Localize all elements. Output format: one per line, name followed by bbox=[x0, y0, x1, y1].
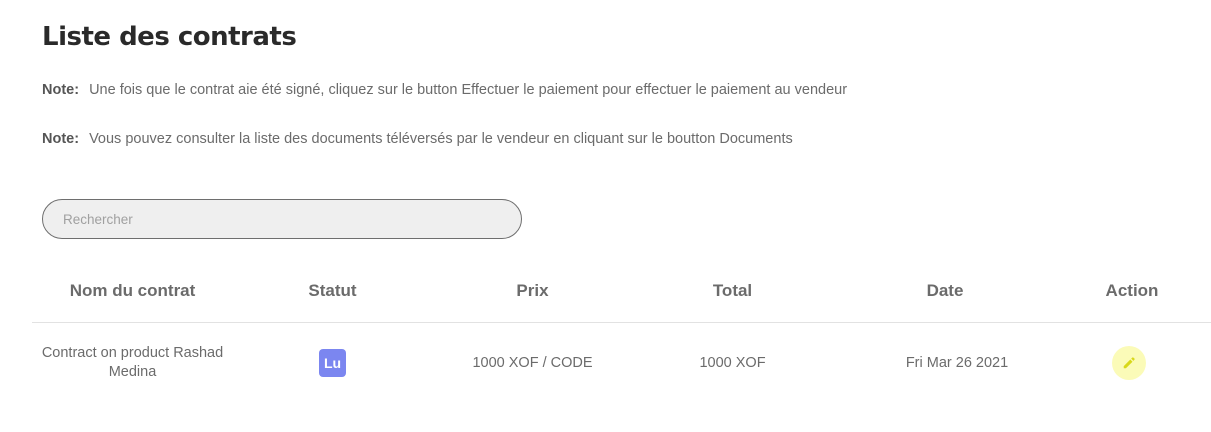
note-label: Note: bbox=[42, 82, 80, 98]
payment-note: Note: Une fois que le contrat aie été sig… bbox=[42, 82, 847, 98]
total-cell: 1000 XOF bbox=[699, 354, 766, 371]
contracts-table: Nom du contrat Statut Prix Total Date Ac… bbox=[32, 260, 1211, 403]
note-text: Une fois que le contrat aie été signé, c… bbox=[89, 82, 848, 98]
contract-name-cell: Contract on product Rashad Medina bbox=[41, 345, 224, 380]
search-input[interactable] bbox=[42, 199, 522, 239]
column-header-name[interactable]: Nom du contrat bbox=[32, 281, 233, 301]
date-cell: Fri Mar 26 2021 bbox=[832, 354, 1058, 373]
edit-button[interactable] bbox=[1112, 346, 1146, 380]
table-row: Contract on product Rashad Medina Lu 100… bbox=[32, 323, 1211, 403]
documents-note: Note: Vous pouvez consulter la liste des … bbox=[42, 131, 793, 147]
column-header-action: Action bbox=[1105, 281, 1159, 300]
status-badge: Lu bbox=[319, 349, 346, 377]
table-header: Nom du contrat Statut Prix Total Date Ac… bbox=[32, 260, 1211, 323]
column-header-total[interactable]: Total bbox=[633, 281, 832, 301]
pencil-icon bbox=[1123, 357, 1135, 369]
date-text: Fri Mar 26 2021 bbox=[905, 354, 1009, 371]
page-title: Liste des contrats bbox=[42, 22, 297, 52]
column-header-status[interactable]: Statut bbox=[233, 281, 432, 301]
column-header-date[interactable]: Date bbox=[832, 281, 1058, 301]
status-cell: Lu bbox=[233, 349, 432, 377]
note-text: Vous pouvez consulter la liste des docum… bbox=[89, 131, 793, 147]
action-cell bbox=[1058, 346, 1206, 380]
note-label: Note: bbox=[42, 131, 80, 147]
column-header-price[interactable]: Prix bbox=[432, 281, 633, 301]
price-cell: 1000 XOF / CODE bbox=[472, 354, 593, 371]
